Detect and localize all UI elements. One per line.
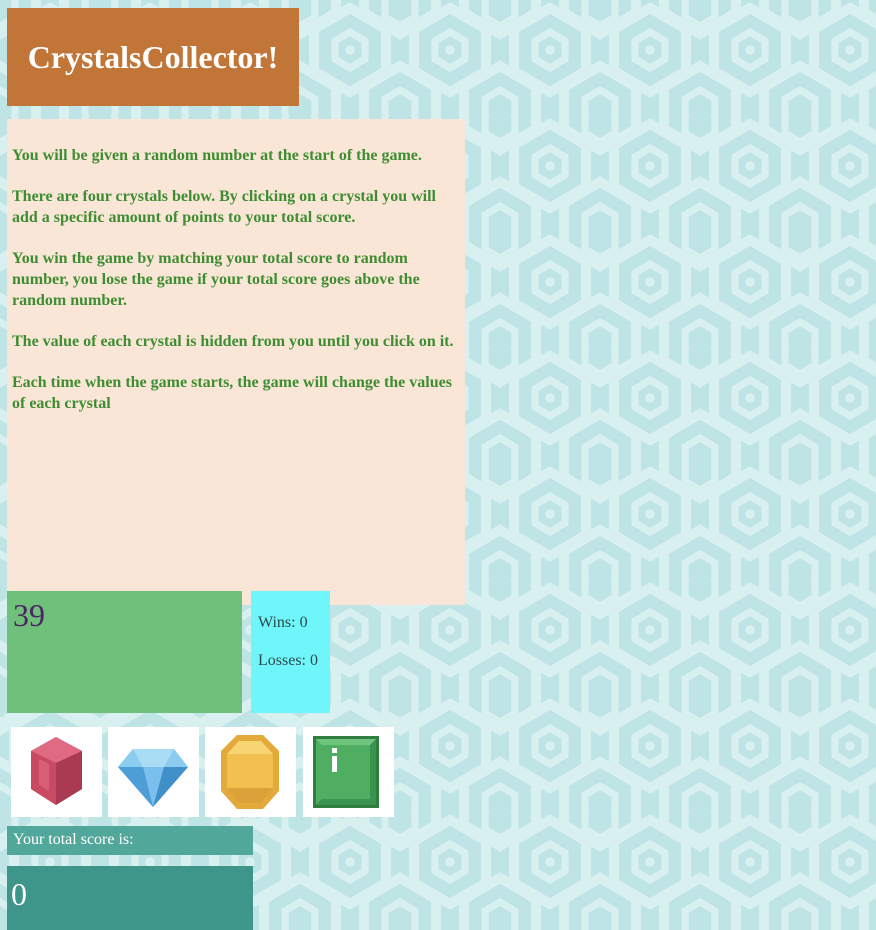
wins-counter: Wins: 0 [258,614,308,631]
total-score-label: Your total score is: [13,831,134,848]
losses-counter: Losses: 0 [258,652,318,669]
crystal-button-blue[interactable] [108,727,199,817]
crystal-button-red[interactable] [11,727,102,817]
crystal-button-green[interactable] [303,727,394,817]
instruction-paragraph: You will be given a random number at the… [12,147,422,164]
total-score-box: 0 [7,866,253,930]
stats-panel: Wins: 0 Losses: 0 [251,591,330,713]
green-gem-icon [313,736,379,808]
total-score-value: 0 [11,876,27,912]
total-score-label-box: Your total score is: [7,826,253,855]
instruction-paragraph: Each time when the game starts, the game… [12,374,452,412]
random-number-value: 39 [13,597,45,633]
instruction-paragraph: There are four crystals below. By clicki… [12,188,436,226]
red-crystal-icon [31,737,82,805]
random-number-box: 39 [7,591,242,713]
yellow-gem-icon [221,735,279,809]
crystal-button-yellow[interactable] [205,727,296,817]
instruction-paragraph: You win the game by matching your total … [12,250,420,309]
page-title: CrystalsCollector! [27,38,279,75]
instructions-panel: You will be given a random number at the… [7,119,465,605]
instruction-paragraph: The value of each crystal is hidden from… [12,333,454,350]
title-banner: CrystalsCollector! [7,8,299,106]
blue-diamond-icon [118,749,188,807]
